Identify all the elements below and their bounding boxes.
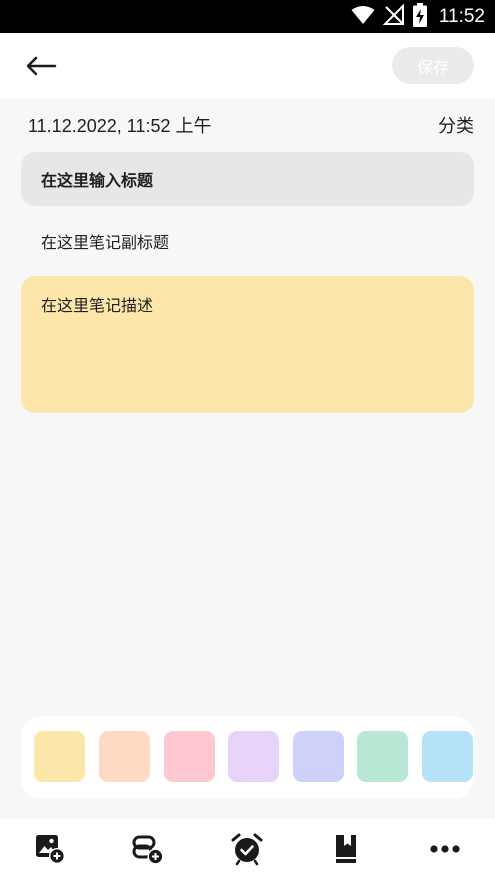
category-button[interactable]: 分类 [438,112,474,138]
add-image-button[interactable] [33,832,67,866]
bookmark-button[interactable] [329,832,363,866]
app-bar: 保存 [0,33,495,98]
color-swatch-yellow[interactable] [34,731,85,782]
color-swatch-periwinkle[interactable] [293,731,344,782]
color-swatch-sky[interactable] [422,731,473,782]
bookmark-icon [336,835,356,863]
arrow-left-icon [26,56,57,76]
subtitle-input[interactable]: 在这里笔记副标题 [21,214,474,268]
alarm-icon [231,833,263,866]
status-icons: 11:52 [351,3,485,31]
alarm-button[interactable] [230,832,264,866]
battery-charging-icon [412,3,427,31]
description-placeholder: 在这里笔记描述 [41,296,154,315]
note-datetime: 11.12.2022, 11:52 上午 [28,116,212,136]
status-bar: 11:52 [0,0,495,33]
more-button[interactable] [428,832,462,866]
add-link-icon [132,835,164,865]
wifi-icon [351,5,375,29]
no-signal-icon [382,3,405,30]
color-swatch-peach[interactable] [99,731,150,782]
title-placeholder: 在这里输入标题 [41,171,154,190]
bottom-toolbar [0,819,495,881]
color-swatch-pink[interactable] [164,731,215,782]
save-button[interactable]: 保存 [392,47,474,84]
subtitle-placeholder: 在这里笔记副标题 [41,233,170,252]
color-swatch-lavender[interactable] [228,731,279,782]
back-button[interactable] [22,50,62,82]
more-icon [430,845,460,853]
status-time: 11:52 [438,6,485,27]
description-input[interactable]: 在这里笔记描述 [21,276,474,413]
color-swatch-mint[interactable] [357,731,408,782]
color-palette [21,716,474,799]
meta-row: 11.12.2022, 11:52 上午 分类 [28,112,474,138]
add-link-button[interactable] [131,832,165,866]
title-input[interactable]: 在这里输入标题 [21,152,474,206]
add-image-icon [36,835,65,864]
